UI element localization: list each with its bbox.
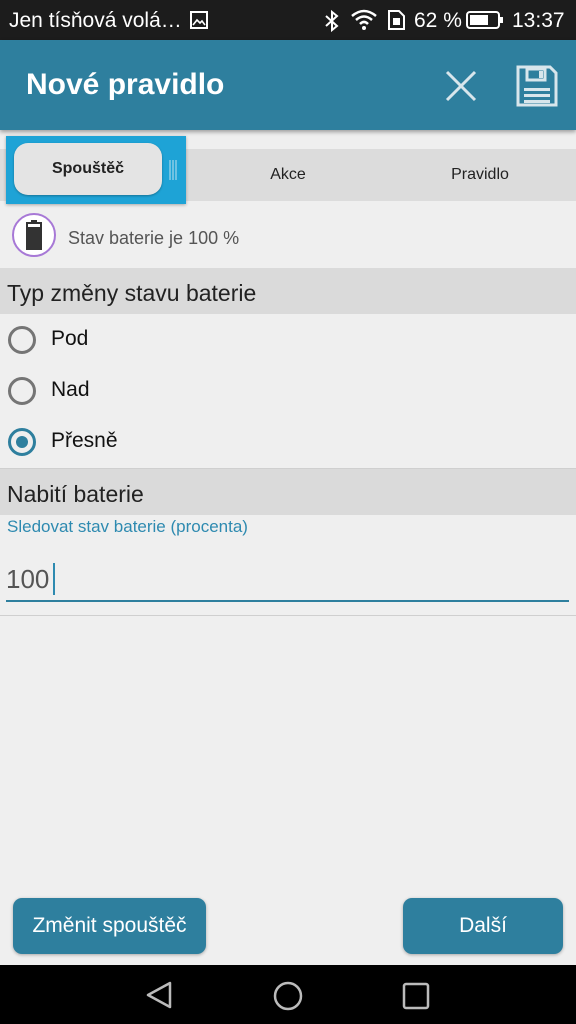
change-type-header: Typ změny stavu baterie <box>0 268 576 314</box>
image-notification-icon <box>190 11 208 29</box>
tab-akce[interactable]: Akce <box>192 149 384 201</box>
radio-label: Pod <box>51 327 89 350</box>
status-carrier-text: Jen tísňová volá… <box>9 9 182 32</box>
divider <box>0 615 576 616</box>
trigger-summary-text: Stav baterie je 100 % <box>68 228 240 248</box>
text-caret <box>53 563 55 595</box>
battery-percent: 62 % <box>414 9 462 32</box>
radio-label: Nad <box>51 378 90 401</box>
tab-pravidlo[interactable]: Pravidlo <box>384 149 576 201</box>
system-nav-bar <box>0 965 576 1024</box>
battery-charge-header: Nabití baterie <box>0 469 576 515</box>
battery-level-input[interactable] <box>6 558 569 602</box>
battery-icon <box>466 11 503 29</box>
radio-dot <box>16 436 28 448</box>
home-icon[interactable] <box>272 980 304 1012</box>
tab-spoustec[interactable]: Spouštěč <box>14 143 162 195</box>
radio-button-unchecked[interactable] <box>8 377 36 405</box>
app-bar: Nové pravidlo <box>0 40 576 130</box>
sim-icon <box>388 10 405 30</box>
back-icon[interactable] <box>144 981 174 1009</box>
wifi-icon <box>351 9 377 30</box>
drag-handle-icon[interactable] <box>168 160 178 180</box>
radio-label: Přesně <box>51 429 118 452</box>
battery-trigger-icon <box>12 213 56 257</box>
radio-presne[interactable]: Přesně <box>8 425 308 465</box>
radio-pod[interactable]: Pod <box>8 323 308 363</box>
trigger-summary: Stav baterie je 100 % <box>12 213 512 261</box>
bluetooth-icon <box>325 9 339 33</box>
radio-button-unchecked[interactable] <box>8 326 36 354</box>
close-icon[interactable] <box>440 65 482 107</box>
next-button[interactable]: Další <box>403 898 563 954</box>
change-trigger-button[interactable]: Změnit spouštěč <box>13 898 206 954</box>
save-icon[interactable] <box>514 64 560 108</box>
status-bar: Jen tísňová volá… 62 % 13:37 <box>0 0 576 40</box>
radio-nad[interactable]: Nad <box>8 374 308 414</box>
battery-level-hint: Sledovat stav baterie (procenta) <box>7 517 248 536</box>
page-title: Nové pravidlo <box>26 68 225 101</box>
radio-button-checked[interactable] <box>8 428 36 456</box>
recents-icon[interactable] <box>402 982 430 1010</box>
status-time: 13:37 <box>512 9 565 32</box>
